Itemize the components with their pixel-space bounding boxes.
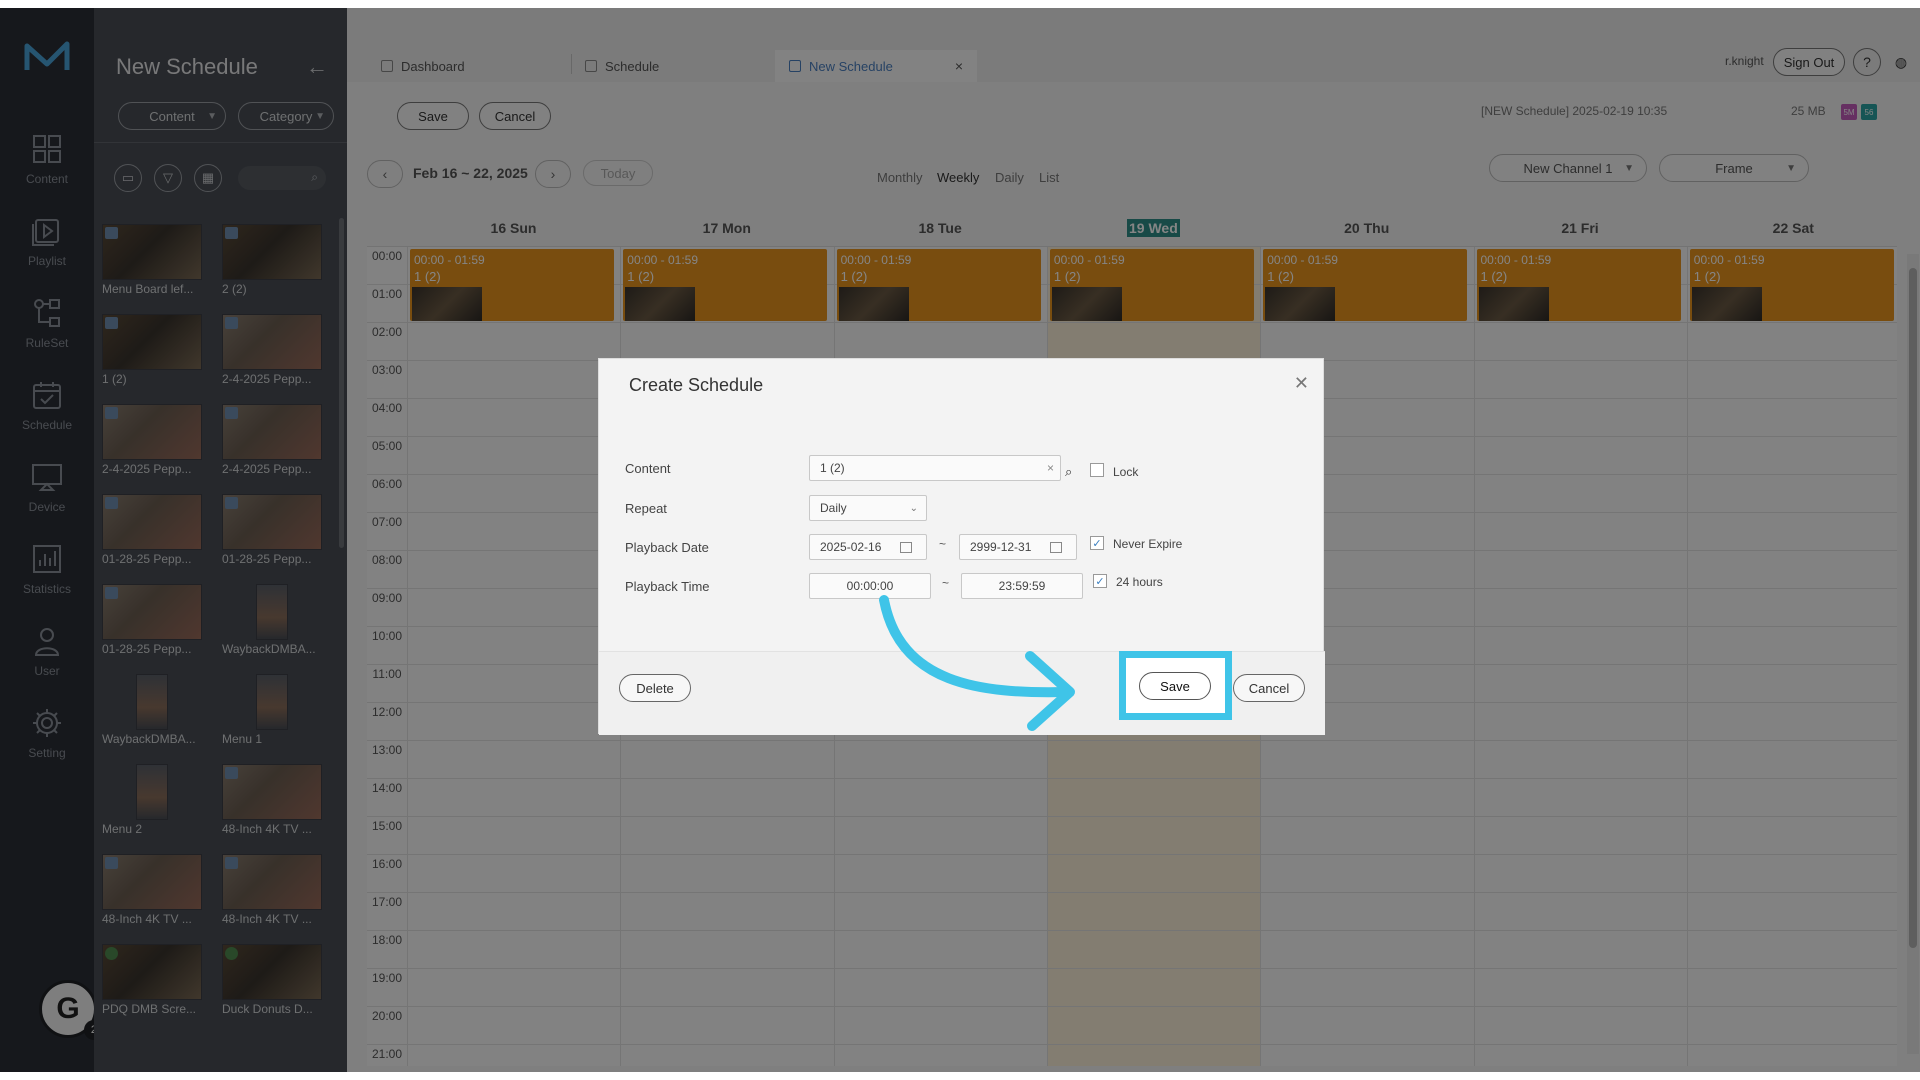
close-icon[interactable]: ✕ [1294, 373, 1309, 394]
end-date-field[interactable]: 2999-12-31 [959, 534, 1077, 560]
search-icon[interactable]: ⌕ [1065, 464, 1072, 480]
playback-time-label: Playback Time [625, 579, 710, 594]
range-separator: ~ [942, 576, 950, 590]
app-window: Content Playlist RuleSet Schedule Device… [0, 8, 1920, 1072]
content-label: Content [625, 461, 671, 476]
range-separator: ~ [939, 537, 947, 551]
chevron-down-icon: ⌄ [909, 502, 918, 514]
content-field[interactable]: 1 (2) × [809, 455, 1061, 481]
repeat-label: Repeat [625, 501, 667, 516]
dialog-cancel-button[interactable]: Cancel [1233, 674, 1305, 702]
dialog-save-button[interactable]: Save [1139, 672, 1211, 700]
clear-icon[interactable]: × [1047, 461, 1054, 475]
lock-checkbox[interactable] [1090, 463, 1104, 477]
calendar-icon[interactable] [900, 542, 912, 553]
repeat-select[interactable]: Daily ⌄ [809, 495, 927, 521]
calendar-icon[interactable] [1050, 542, 1062, 553]
all-day-label: 24 hours [1116, 575, 1163, 589]
save-highlight-box: Save [1119, 651, 1232, 720]
delete-button[interactable]: Delete [619, 674, 691, 702]
all-day-checkbox[interactable]: ✓ [1093, 574, 1107, 588]
content-value: 1 (2) [820, 461, 845, 475]
start-date-value: 2025-02-16 [820, 540, 882, 554]
lock-label: Lock [1113, 465, 1139, 479]
start-date-field[interactable]: 2025-02-16 [809, 534, 927, 560]
tutorial-arrow-icon [879, 595, 1075, 731]
never-expire-label: Never Expire [1113, 537, 1183, 551]
dialog-title: Create Schedule [629, 375, 764, 395]
repeat-value: Daily [820, 501, 847, 515]
never-expire-checkbox[interactable]: ✓ [1090, 536, 1104, 550]
end-date-value: 2999-12-31 [970, 540, 1032, 554]
playback-date-label: Playback Date [625, 540, 709, 555]
